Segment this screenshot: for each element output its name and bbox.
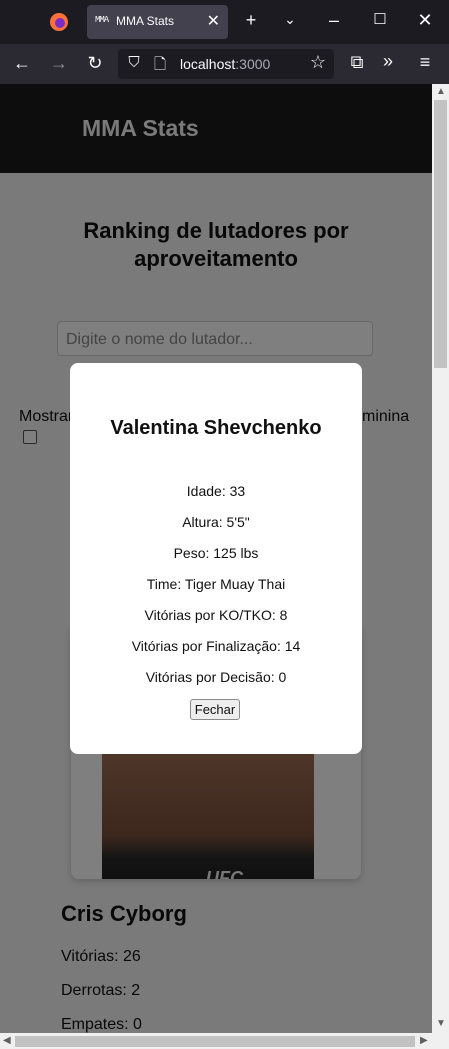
overflow-icon[interactable]: » [376, 51, 400, 72]
modal-decision-wins: Vitórias por Decisão: 0 [145, 669, 287, 685]
forward-icon[interactable]: → [47, 53, 71, 74]
browser-nav-bar: ← → ↻ ⛉ 🗋 localhost:3000 ☆ ⧉ » ≡ [0, 44, 449, 84]
close-button[interactable]: Fechar [190, 699, 240, 720]
close-icon[interactable]: ✕ [207, 11, 220, 31]
star-icon[interactable]: ☆ [306, 52, 330, 73]
url-bar[interactable]: ⛉ 🗋 localhost:3000 [118, 49, 334, 79]
scroll-right-icon[interactable]: ▶ [420, 1035, 428, 1046]
maximize-icon[interactable]: ☐ [368, 10, 392, 28]
shield-icon[interactable]: ⛉ [122, 54, 146, 71]
firefox-icon[interactable] [48, 11, 70, 33]
scroll-left-icon[interactable]: ◀ [3, 1035, 11, 1046]
reload-icon[interactable]: ↻ [83, 53, 107, 74]
menu-icon[interactable]: ≡ [413, 52, 437, 73]
modal-fighter-name: Valentina Shevchenko [110, 417, 322, 439]
modal-ko-wins: Vitórias por KO/TKO: 8 [144, 607, 288, 623]
modal-weight: Peso: 125 lbs [173, 545, 259, 561]
browser-tab[interactable]: MMA MMA Stats ✕ [87, 5, 228, 39]
modal-submission-wins: Vitórias por Finalização: 14 [131, 638, 301, 654]
page-icon[interactable]: 🗋 [148, 54, 172, 79]
modal-age: Idade: 33 [186, 483, 246, 499]
horizontal-scroll-thumb[interactable] [15, 1036, 415, 1047]
tab-title: MMA Stats [116, 14, 175, 28]
browser-tab-bar: MMA MMA Stats ✕ + ⌄ – ☐ ✕ [0, 0, 449, 44]
plus-icon[interactable]: + [239, 10, 263, 31]
back-icon[interactable]: ← [10, 53, 34, 74]
tab-favicon: MMA [95, 15, 109, 25]
window-close-icon[interactable]: ✕ [413, 10, 437, 31]
page-content: MMA Stats Ranking de lutadores por aprov… [0, 84, 432, 1033]
modal-height: Altura: 5'5" [182, 514, 250, 530]
extensions-icon[interactable]: ⧉ [345, 52, 369, 73]
fighter-modal: Valentina Shevchenko Idade: 33 Altura: 5… [70, 363, 362, 754]
modal-team: Time: Tiger Muay Thai [146, 576, 286, 592]
vertical-scrollbar[interactable]: ▲ ▼ [432, 84, 449, 1033]
url-text: localhost:3000 [180, 56, 271, 72]
chevron-down-icon[interactable]: ⌄ [278, 11, 302, 28]
minimize-icon[interactable]: – [322, 10, 346, 31]
horizontal-scrollbar[interactable]: ◀ ▶ [0, 1033, 449, 1049]
scroll-up-icon[interactable]: ▲ [436, 86, 446, 97]
scroll-down-icon[interactable]: ▼ [436, 1018, 446, 1029]
vertical-scroll-thumb[interactable] [434, 100, 447, 368]
